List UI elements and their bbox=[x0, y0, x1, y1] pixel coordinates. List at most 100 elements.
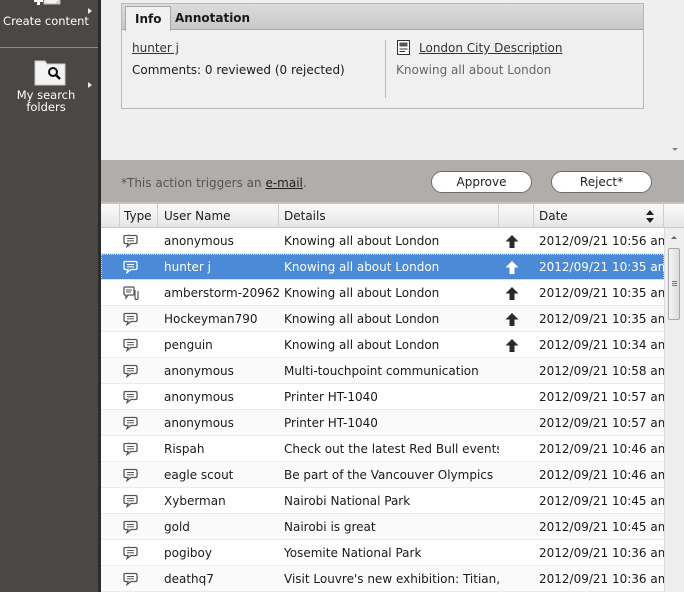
arrow-up-icon bbox=[505, 261, 519, 274]
table-scrollbar[interactable] bbox=[664, 228, 684, 592]
scroll-up-icon[interactable] bbox=[671, 236, 677, 239]
status-cell bbox=[503, 384, 523, 410]
details-cell: Knowing all about London bbox=[284, 286, 440, 300]
column-separator bbox=[663, 204, 664, 228]
type-cell bbox=[123, 488, 143, 514]
table-row[interactable]: penguin Knowing all about London 2012/09… bbox=[101, 332, 664, 358]
date-cell: 2012/09/21 10:34 am bbox=[539, 338, 664, 352]
type-cell bbox=[123, 280, 143, 306]
table-row[interactable]: Rispah Check out the latest Red Bull eve… bbox=[101, 436, 664, 462]
email-note: *This action triggers an e-mail. bbox=[121, 176, 307, 190]
info-divider bbox=[385, 40, 386, 98]
details-cell: Knowing all about London bbox=[284, 260, 440, 274]
column-header-date[interactable]: Date bbox=[539, 204, 568, 228]
details-cell: Visit Louvre's new exhibition: Titian, T… bbox=[284, 572, 499, 586]
details-cell: Knowing all about London bbox=[284, 234, 440, 248]
arrow-up-icon bbox=[505, 287, 519, 300]
status-cell bbox=[503, 410, 523, 436]
status-cell bbox=[503, 332, 523, 358]
email-link[interactable]: e-mail bbox=[265, 176, 302, 190]
table-row[interactable]: Xyberman Nairobi National Park 2012/09/2… bbox=[101, 488, 664, 514]
sidebar-item-label: My search folders bbox=[16, 88, 76, 114]
date-cell: 2012/09/21 10:36 am bbox=[539, 546, 664, 560]
user-name-cell: pogiboy bbox=[164, 546, 212, 560]
user-name-cell: deathq7 bbox=[164, 572, 214, 586]
info-tabs: Info Annotation hunter j Comments: 0 rev… bbox=[121, 3, 644, 109]
search-folder-icon bbox=[34, 60, 66, 86]
date-cell: 2012/09/21 10:56 am bbox=[539, 234, 664, 248]
sidebar-item-create-content[interactable]: Create content bbox=[0, 0, 98, 46]
table-row[interactable]: deathq7 Visit Louvre's new exhibition: T… bbox=[101, 566, 664, 592]
grip-line bbox=[672, 285, 677, 286]
comment-attachment-icon bbox=[123, 286, 139, 300]
column-separator bbox=[533, 204, 534, 228]
comment-icon bbox=[123, 390, 138, 404]
tab-info[interactable]: Info bbox=[125, 6, 172, 31]
table-row[interactable]: gold Nairobi is great 2012/09/21 10:45 a… bbox=[101, 514, 664, 540]
tab-annotation[interactable]: Annotation bbox=[166, 6, 259, 31]
submenu-arrow-icon bbox=[88, 8, 92, 14]
approve-button[interactable]: Approve bbox=[431, 171, 532, 193]
user-name-cell: Rispah bbox=[164, 442, 205, 456]
table-row[interactable]: anonymous Printer HT-1040 2012/09/21 10:… bbox=[101, 410, 664, 436]
column-header-user-name[interactable]: User Name bbox=[164, 204, 231, 228]
grip-line bbox=[672, 283, 677, 284]
date-cell: 2012/09/21 10:36 am bbox=[539, 572, 664, 586]
column-header-details[interactable]: Details bbox=[284, 204, 326, 228]
type-cell bbox=[123, 384, 143, 410]
status-cell bbox=[503, 254, 523, 280]
column-separator bbox=[119, 204, 120, 228]
date-cell: 2012/09/21 10:45 am bbox=[539, 494, 664, 508]
table-row[interactable]: pogiboy Yosemite National Park 2012/09/2… bbox=[101, 540, 664, 566]
user-name-cell: gold bbox=[164, 520, 190, 534]
document-link[interactable]: London City Description bbox=[419, 41, 562, 55]
status-cell bbox=[503, 488, 523, 514]
table-row[interactable]: eagle scout Be part of the Vancouver Oly… bbox=[101, 462, 664, 488]
arrow-up-icon bbox=[505, 235, 519, 248]
action-bar: *This action triggers an e-mail. Approve… bbox=[101, 160, 684, 202]
table-row[interactable]: amberstorm-20962... Knowing all about Lo… bbox=[101, 280, 664, 306]
arrow-up-icon bbox=[505, 339, 519, 352]
status-cell bbox=[503, 566, 523, 592]
comment-icon bbox=[123, 546, 138, 560]
sort-icon[interactable] bbox=[646, 210, 654, 223]
table-row[interactable]: anonymous Multi-touchpoint communication… bbox=[101, 358, 664, 384]
user-name-cell: Hockeyman790 bbox=[164, 312, 258, 326]
table-header: Type User Name Details Date bbox=[101, 202, 684, 228]
status-cell bbox=[503, 540, 523, 566]
comment-icon bbox=[123, 234, 138, 248]
table-row[interactable]: anonymous Knowing all about London 2012/… bbox=[101, 228, 664, 254]
comment-icon bbox=[123, 572, 138, 586]
comment-icon bbox=[123, 442, 138, 456]
date-cell: 2012/09/21 10:35 am bbox=[539, 286, 664, 300]
user-link[interactable]: hunter j bbox=[132, 41, 179, 55]
column-header-type[interactable]: Type bbox=[124, 204, 152, 228]
create-content-icon bbox=[34, 0, 61, 5]
table-row[interactable]: Hockeyman790 Knowing all about London 20… bbox=[101, 306, 664, 332]
details-cell: Yosemite National Park bbox=[284, 546, 422, 560]
column-separator bbox=[278, 204, 279, 228]
scroll-down-icon[interactable] bbox=[672, 148, 678, 151]
type-cell bbox=[123, 566, 143, 592]
user-name-cell: anonymous bbox=[164, 416, 234, 430]
table-row[interactable]: anonymous Printer HT-1040 2012/09/21 10:… bbox=[101, 384, 664, 410]
document-icon bbox=[397, 40, 410, 55]
table-row[interactable]: hunter j Knowing all about London 2012/0… bbox=[101, 254, 664, 280]
comment-icon bbox=[123, 494, 138, 508]
date-cell: 2012/09/21 10:35 am bbox=[539, 312, 664, 326]
date-cell: 2012/09/21 10:45 am bbox=[539, 520, 664, 534]
status-cell bbox=[503, 358, 523, 384]
type-cell bbox=[123, 254, 143, 280]
tab-bar: Info Annotation bbox=[122, 4, 643, 31]
type-cell bbox=[123, 540, 143, 566]
reject-button[interactable]: Reject* bbox=[551, 171, 652, 193]
scrollbar-thumb[interactable] bbox=[668, 248, 680, 320]
user-name-cell: penguin bbox=[164, 338, 213, 352]
user-name-cell: anonymous bbox=[164, 364, 234, 378]
details-cell: Nairobi National Park bbox=[284, 494, 411, 508]
info-panel: Info Annotation hunter j Comments: 0 rev… bbox=[101, 0, 684, 160]
status-cell bbox=[503, 514, 523, 540]
comments-summary: Comments: 0 reviewed (0 rejected) bbox=[132, 63, 345, 77]
comments-table: Type User Name Details Date anonymous Kn… bbox=[101, 202, 684, 592]
sidebar-item-my-search-folders[interactable]: My search folders bbox=[0, 48, 98, 118]
